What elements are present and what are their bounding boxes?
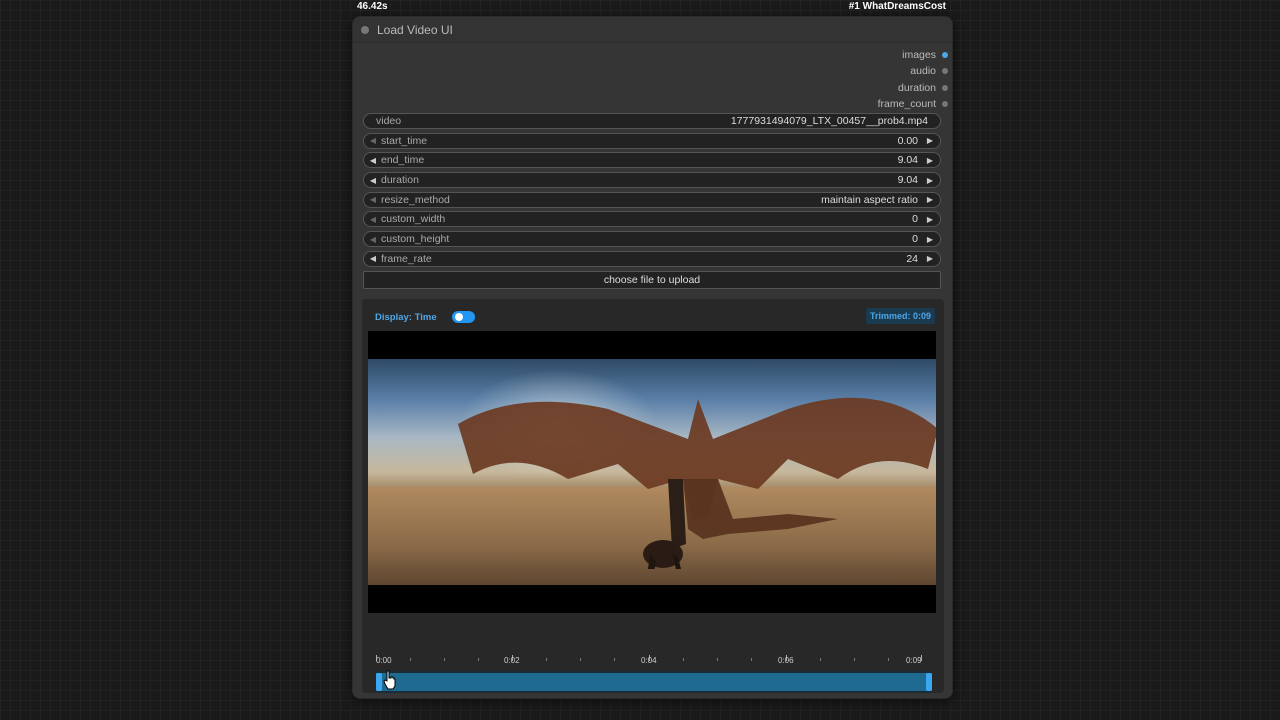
decrement-arrow-icon[interactable]: ◀: [367, 195, 379, 204]
trim-end-handle[interactable]: [926, 673, 932, 691]
collapse-dot-icon[interactable]: [361, 25, 369, 34]
widget-label: custom_height: [381, 233, 450, 246]
output-slot-icon[interactable]: [942, 52, 948, 59]
execution-time: 46.42s: [357, 1, 388, 12]
timeline-tick: [580, 658, 581, 661]
timeline-tick: [854, 658, 855, 661]
widget-value: 1777931494079_LTX_00457__prob4.mp4: [730, 115, 928, 127]
widget-label: start_time: [381, 134, 428, 147]
decrement-arrow-icon[interactable]: ◀: [367, 215, 379, 224]
widget-label: resize_method: [381, 193, 450, 206]
timeline-tick: [717, 658, 718, 661]
timeline-label: 0:09: [906, 656, 922, 665]
timeline-label: 0:06: [778, 656, 794, 665]
increment-arrow-icon[interactable]: ▶: [924, 235, 936, 244]
output-label: images: [902, 49, 936, 62]
node-title: Load Video UI: [377, 22, 453, 37]
node-outputs: images audio duration frame_count: [878, 47, 948, 112]
increment-arrow-icon[interactable]: ▶: [924, 156, 936, 165]
toggle-knob: [455, 313, 463, 321]
widget-label: duration: [381, 174, 419, 187]
increment-arrow-icon[interactable]: ▶: [924, 215, 936, 224]
video-combo[interactable]: video 1777931494079_LTX_00457__prob4.mp4: [363, 113, 941, 129]
increment-arrow-icon[interactable]: ▶: [924, 254, 936, 263]
decrement-arrow-icon[interactable]: ◀: [367, 156, 379, 165]
end-time-number[interactable]: ◀ end_time 9.04 ▶: [363, 152, 941, 169]
timeline-tick: [410, 658, 411, 661]
output-images[interactable]: images: [878, 47, 948, 63]
timeline-label: 0:00: [376, 656, 392, 665]
mouse-pointer-icon: [383, 670, 396, 690]
decrement-arrow-icon[interactable]: ◀: [367, 176, 379, 185]
custom-height-number[interactable]: ◀ custom_height 0 ▶: [363, 231, 941, 248]
decrement-arrow-icon[interactable]: ◀: [367, 235, 379, 244]
increment-arrow-icon[interactable]: ▶: [924, 176, 936, 185]
output-slot-icon[interactable]: [942, 68, 948, 75]
video-player[interactable]: [368, 331, 936, 613]
decrement-arrow-icon[interactable]: ◀: [367, 136, 379, 145]
timeline-tick: [478, 658, 479, 661]
widget-label: end_time: [381, 154, 425, 167]
increment-arrow-icon[interactable]: ▶: [924, 195, 936, 204]
widget-label: frame_rate: [381, 252, 432, 265]
display-mode-toggle[interactable]: [452, 311, 475, 323]
frame-rate-number[interactable]: ◀ frame_rate 24 ▶: [363, 250, 941, 267]
node-widgets: video 1777931494079_LTX_00457__prob4.mp4…: [363, 113, 941, 292]
load-video-node[interactable]: Load Video UI images audio duration fram…: [352, 16, 953, 699]
timeline-tick: [751, 658, 752, 661]
custom-width-number[interactable]: ◀ custom_width 0 ▶: [363, 211, 941, 228]
output-slot-icon[interactable]: [942, 84, 948, 91]
output-audio[interactable]: audio: [878, 63, 948, 79]
duration-number[interactable]: ◀ duration 9.04 ▶: [363, 172, 941, 189]
timeline-tick: [546, 658, 547, 661]
widget-value: 0: [912, 213, 918, 226]
trimmed-badge: Trimmed: 0:09: [865, 308, 935, 324]
trim-start-handle[interactable]: [376, 673, 382, 691]
widget-value: 0.00: [897, 134, 918, 147]
timeline-tick: [683, 658, 684, 661]
timeline-tick: [444, 658, 445, 661]
queue-badge: #1 WhatDreamsCost: [848, 1, 946, 12]
timeline-tick: [888, 658, 889, 661]
widget-value: 24: [906, 252, 918, 265]
upload-button[interactable]: choose file to upload: [363, 270, 941, 289]
start-time-number[interactable]: ◀ start_time 0.00 ▶: [363, 132, 941, 149]
timeline-label: 0:04: [641, 656, 657, 665]
display-mode-label: Display: Time: [375, 312, 437, 323]
output-slot-icon[interactable]: [942, 101, 948, 108]
increment-arrow-icon[interactable]: ▶: [924, 136, 936, 145]
output-frame-count[interactable]: frame_count: [878, 96, 948, 112]
timeline-tick: [614, 658, 615, 661]
widget-label: video: [376, 115, 402, 127]
decrement-arrow-icon[interactable]: ◀: [367, 254, 379, 263]
video-preview-panel: Display: Time Trimmed: 0:09 0:00 0:02 0:…: [362, 299, 944, 693]
timeline-tick: [820, 658, 821, 661]
output-label: frame_count: [877, 98, 936, 111]
widget-value: 9.04: [897, 174, 918, 187]
output-label: audio: [910, 65, 936, 78]
trim-range-fill[interactable]: [376, 673, 932, 691]
widget-value: maintain aspect ratio: [821, 193, 918, 206]
dragon-silhouette: [458, 397, 936, 569]
node-header[interactable]: Load Video UI: [353, 17, 952, 43]
output-duration[interactable]: duration: [878, 80, 948, 96]
video-frame: [368, 359, 936, 585]
timeline-label: 0:02: [504, 656, 520, 665]
resize-method-combo[interactable]: ◀ resize_method maintain aspect ratio ▶: [363, 191, 941, 208]
widget-value: 9.04: [897, 154, 918, 167]
timeline-ruler: 0:00 0:02 0:04 0:06 0:09: [376, 645, 932, 665]
widget-value: 0: [912, 233, 918, 246]
output-label: duration: [898, 81, 936, 94]
widget-label: custom_width: [381, 213, 446, 226]
